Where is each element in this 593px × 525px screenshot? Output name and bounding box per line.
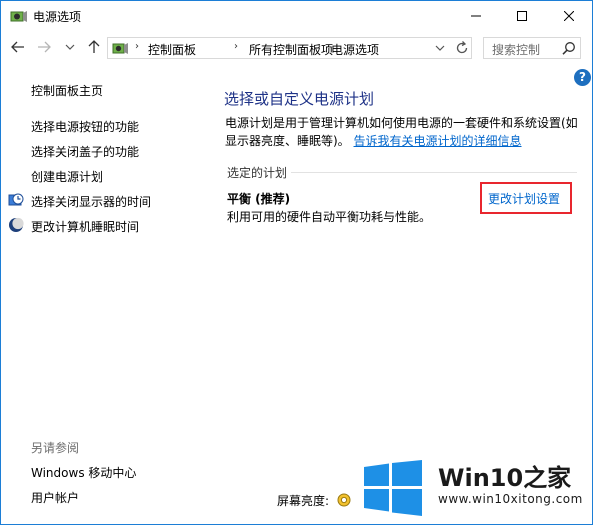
search-input[interactable]: 搜索控制: [483, 37, 581, 59]
forward-button[interactable]: [35, 38, 53, 56]
watermark-title-prefix: Win10: [438, 464, 524, 492]
breadcrumb-control-panel[interactable]: 控制面板: [148, 41, 196, 58]
refresh-icon: [456, 41, 468, 54]
maximize-icon: [517, 11, 527, 21]
chevron-down-icon: [65, 44, 75, 50]
close-button[interactable]: [546, 1, 592, 31]
arrow-up-icon: [88, 40, 100, 53]
search-placeholder: 搜索控制: [492, 43, 541, 57]
sidebar-link-display-off[interactable]: 选择关闭显示器的时间: [31, 193, 151, 210]
plan-description: 利用可用的硬件自动平衡功耗与性能。: [227, 210, 432, 224]
screen-brightness-label: 屏幕亮度:: [277, 494, 330, 508]
breadcrumb-separator: ›: [135, 41, 139, 52]
address-bar[interactable]: › 控制面板 › 所有控制面板项 › 电源选项: [107, 37, 472, 59]
up-button[interactable]: [85, 38, 103, 56]
help-button[interactable]: ?: [574, 69, 591, 86]
title-bar: 电源选项: [1, 1, 592, 31]
refresh-button[interactable]: [454, 40, 470, 56]
sidebar-link-lid-close[interactable]: 选择关闭盖子的功能: [31, 143, 139, 160]
navigation-bar: › 控制面板 › 所有控制面板项 › 电源选项 搜索控制: [1, 31, 592, 65]
arrow-left-icon: [11, 41, 24, 53]
recent-locations-button[interactable]: [61, 38, 79, 56]
windows-mobility-center-link[interactable]: Windows 移动中心: [31, 464, 136, 481]
maximize-button[interactable]: [499, 1, 545, 31]
address-history-dropdown[interactable]: [434, 42, 446, 54]
close-icon: [564, 11, 574, 21]
breadcrumb-separator: ›: [234, 41, 238, 52]
moon-icon: [8, 217, 24, 233]
control-panel-icon: [112, 40, 130, 56]
watermark: Win10之家 www.win10xitong.com: [362, 456, 592, 524]
watermark-title: Win10之家: [438, 458, 571, 493]
minimize-button[interactable]: [453, 1, 499, 31]
page-description: 电源计划是用于管理计算机如何使用电源的一套硬件和系统设置(如显示器亮度、睡眠等)…: [225, 114, 585, 150]
power-options-window: 电源选项 › 控制面板 › 所有控制面板项 › 电源选项 搜索控制 ? 控制面板…: [0, 0, 593, 525]
arrow-right-icon: [38, 41, 51, 53]
control-panel-home-link[interactable]: 控制面板主页: [31, 82, 103, 99]
minimize-icon: [471, 15, 481, 17]
sidebar-link-sleep-time[interactable]: 更改计算机睡眠时间: [31, 218, 139, 235]
watermark-url: www.win10xitong.com: [438, 492, 583, 506]
chevron-down-icon: [435, 45, 445, 51]
change-plan-settings-link[interactable]: 更改计划设置: [488, 190, 560, 207]
window-title: 电源选项: [33, 10, 82, 24]
power-options-icon: [10, 8, 28, 24]
sidebar-link-power-buttons[interactable]: 选择电源按钮的功能: [31, 118, 139, 135]
search-icon: [562, 41, 576, 55]
back-button[interactable]: [9, 38, 27, 56]
brightness-icon[interactable]: [337, 493, 351, 507]
breadcrumb-power-options[interactable]: 电源选项: [331, 41, 379, 58]
watermark-title-suffix: 之家: [523, 464, 572, 492]
see-also-heading: 另请参阅: [31, 441, 80, 455]
section-divider: [291, 172, 577, 173]
selected-plan-heading: 选定的计划: [227, 166, 288, 180]
plan-name: 平衡 (推荐): [227, 192, 291, 206]
breadcrumb-separator: ›: [317, 41, 321, 52]
page-title: 选择或自定义电源计划: [224, 90, 375, 108]
windows-logo-icon: [362, 460, 424, 516]
user-accounts-link[interactable]: 用户帐户: [31, 489, 79, 506]
display-clock-icon: [8, 192, 24, 208]
sidebar-link-create-plan[interactable]: 创建电源计划: [31, 168, 103, 185]
power-plan-info-link[interactable]: 告诉我有关电源计划的详细信息: [354, 134, 522, 148]
